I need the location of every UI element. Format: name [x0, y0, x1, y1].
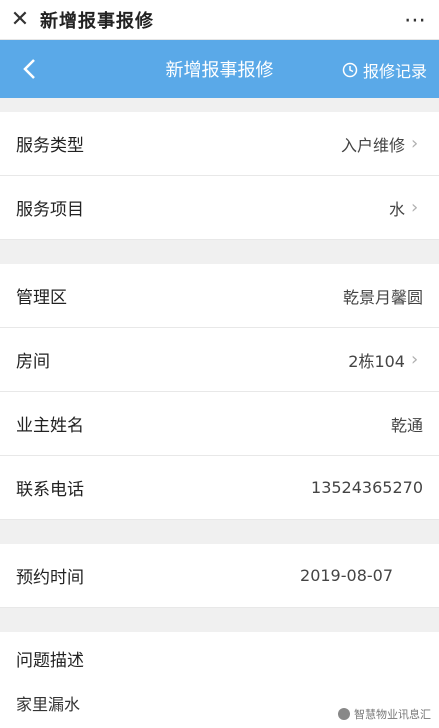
row-value: 2栋104 — [348, 351, 405, 371]
close-icon[interactable]: ✕ — [0, 0, 40, 40]
row-value: 乾景月馨圆 — [342, 287, 423, 307]
phone-row[interactable]: 联系电话 13524365270 — [0, 456, 439, 520]
chevron-right-icon: › — [411, 197, 419, 218]
window-titlebar: ✕ 新增报事报修 ⋯ — [0, 0, 439, 40]
row-label: 管理区 — [16, 288, 67, 308]
section-gap — [0, 98, 439, 112]
service-item-row[interactable]: 服务项目 水 › — [0, 176, 439, 240]
phone-field[interactable]: 13524365270 — [311, 478, 423, 497]
watermark-tag: 智慧物业讯息汇 — [338, 706, 431, 722]
clock-icon — [342, 62, 358, 78]
nav-header: 新增报事报修 报修记录 — [0, 40, 439, 98]
row-label: 服务类型 — [16, 136, 84, 156]
row-label: 联系电话 — [16, 480, 84, 500]
owner-name-row[interactable]: 业主姓名 乾通 — [0, 392, 439, 456]
row-value: 水 — [388, 199, 405, 219]
watermark-text: 智慧物业讯息汇 — [354, 708, 431, 721]
repair-record-button[interactable]: 报修记录 — [342, 58, 427, 82]
row-label: 业主姓名 — [16, 416, 84, 436]
room-row[interactable]: 房间 2栋104 › — [0, 328, 439, 392]
description-label: 问题描述 — [16, 651, 84, 671]
management-area-row: 管理区 乾景月馨圆 — [0, 264, 439, 328]
appointment-time-row[interactable]: 预约时间 2019-08-07 — [0, 544, 439, 608]
chevron-right-icon: › — [411, 133, 419, 154]
appointment-date-field[interactable]: 2019-08-07 — [300, 566, 393, 585]
section-gap — [0, 608, 439, 632]
repair-record-label: 报修记录 — [362, 62, 427, 81]
row-label: 服务项目 — [16, 200, 84, 220]
row-label: 预约时间 — [16, 568, 84, 588]
wechat-icon — [338, 708, 350, 720]
chevron-right-icon: › — [411, 349, 419, 370]
row-value: 入户维修 — [340, 135, 405, 155]
owner-name-field[interactable]: 乾通 — [391, 412, 423, 436]
window-title: 新增报事报修 — [40, 10, 154, 32]
row-label: 房间 — [16, 352, 50, 372]
section-gap — [0, 520, 439, 544]
section-gap — [0, 240, 439, 264]
more-options-icon[interactable]: ⋯ — [404, 8, 426, 33]
service-type-row[interactable]: 服务类型 入户维修 › — [0, 112, 439, 176]
